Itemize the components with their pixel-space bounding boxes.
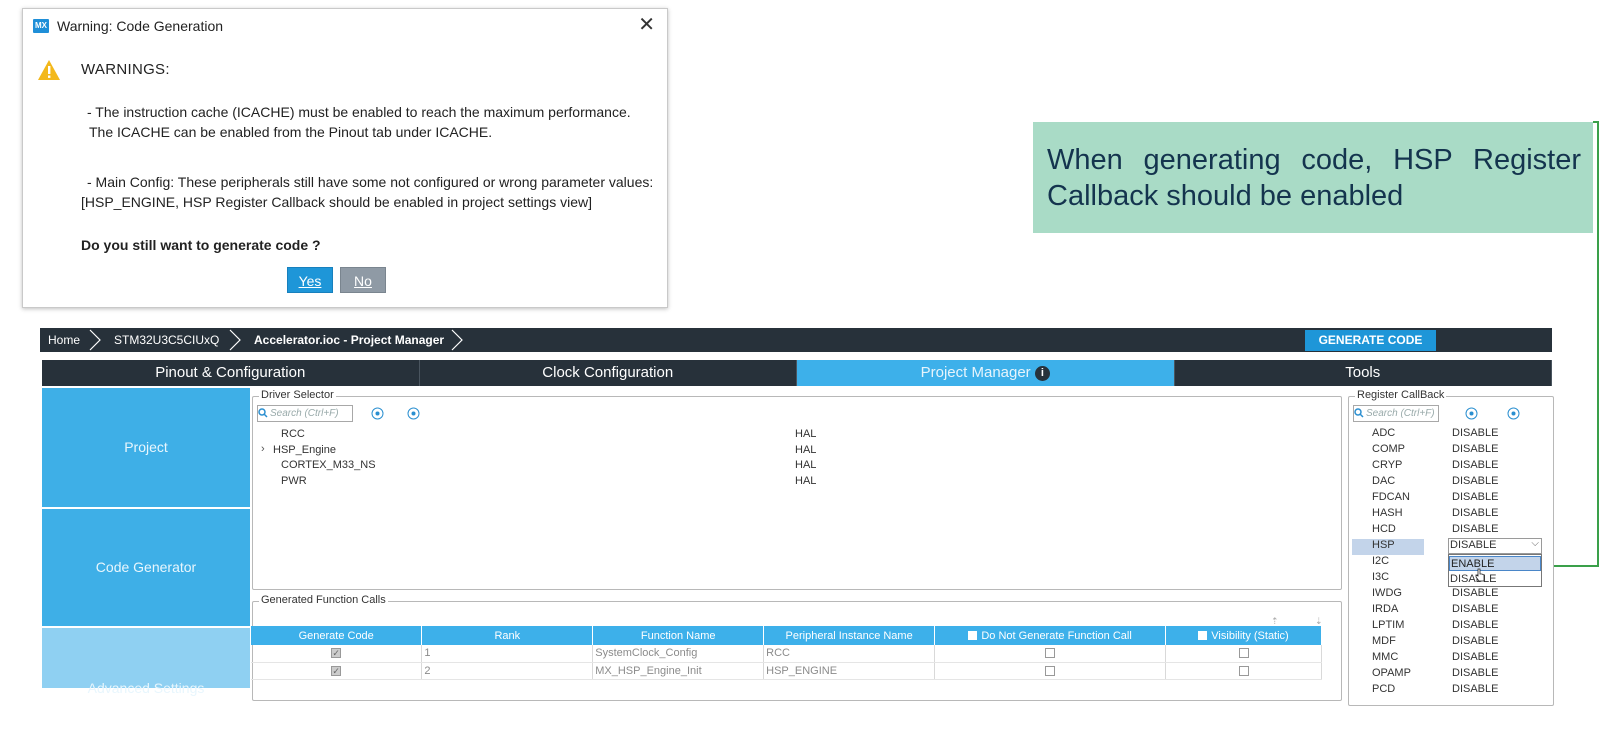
do-not-generate-checkbox[interactable] — [1045, 648, 1056, 659]
visibility-static-checkbox[interactable] — [1238, 665, 1249, 676]
instance-name-cell: HSP_ENGINE — [763, 662, 936, 680]
generated-function-calls-label: Generated Function Calls — [259, 594, 388, 606]
table-row: ✓ 2 MX_HSP_Engine_Init HSP_ENGINE — [251, 662, 1322, 680]
column-header: Rank — [421, 626, 594, 645]
callback-row-fdcan[interactable]: FDCAN DISABLE — [1352, 490, 1552, 506]
column-header: Generate Code — [251, 626, 423, 645]
callback-row-dac[interactable]: DAC DISABLE — [1352, 474, 1552, 490]
breadcrumb-project[interactable]: Accelerator.ioc - Project Manager — [254, 333, 444, 347]
dialog-titlebar: MX Warning: Code Generation ✕ — [23, 9, 667, 43]
chevron-right-icon[interactable]: › — [261, 443, 265, 455]
driver-row-value[interactable]: HAL — [795, 475, 816, 487]
driver-search-input[interactable]: Search (Ctrl+F) — [257, 405, 353, 422]
tab-clock-configuration[interactable]: Clock Configuration — [419, 360, 797, 386]
driver-row-value[interactable]: HAL — [795, 444, 816, 456]
project-manager-nav: Project Code Generator Advanced Settings — [42, 388, 250, 696]
table-row: ✓ 1 SystemClock_Config RCC — [251, 645, 1322, 663]
generate-question: Do you still want to generate code ? — [81, 237, 321, 253]
warning-icon — [38, 60, 60, 80]
info-icon: i — [1034, 366, 1050, 381]
driver-row-value[interactable]: HAL — [795, 459, 816, 471]
nav-project[interactable]: Project — [42, 388, 250, 507]
instance-name-cell: RCC — [763, 645, 936, 663]
nav-code-generator[interactable]: Code Generator — [42, 509, 250, 626]
callback-row-mdf[interactable]: MDF DISABLE — [1352, 634, 1552, 650]
callout-text: When generating code, HSP Register Callb… — [1047, 144, 1581, 212]
driver-row-name[interactable]: HSP_Engine — [273, 444, 336, 456]
driver-selector-panel: Driver Selector Search (Ctrl+F) RCC HAL … — [252, 389, 1342, 590]
visibility-static-checkbox[interactable] — [1238, 648, 1249, 659]
driver-selector-label: Driver Selector — [259, 389, 336, 401]
callback-row-adc[interactable]: ADC DISABLE — [1352, 426, 1552, 442]
callback-row-comp[interactable]: COMP DISABLE — [1352, 442, 1552, 458]
search-icon — [258, 408, 268, 418]
chevron-right-icon — [229, 329, 241, 351]
close-icon[interactable]: ✕ — [638, 14, 655, 36]
function-name-cell: MX_HSP_Engine_Init — [592, 662, 765, 680]
tab-tools[interactable]: Tools — [1174, 360, 1552, 386]
callback-row-pcd[interactable]: PCD DISABLE — [1352, 682, 1552, 698]
annotation-callout: When generating code, HSP Register Callb… — [1033, 122, 1593, 233]
nav-advanced-settings[interactable]: Advanced Settings — [42, 628, 250, 696]
callback-row-lptim[interactable]: LPTIM DISABLE — [1352, 618, 1552, 634]
collapse-all-icon[interactable] — [407, 407, 420, 420]
callback-row-iwdg[interactable]: IWDG DISABLE — [1352, 586, 1552, 602]
callback-row-hash[interactable]: HASH DISABLE — [1352, 506, 1552, 522]
expand-all-icon[interactable] — [371, 407, 384, 420]
breadcrumb-device[interactable]: STM32U3C5CIUxQ — [114, 333, 219, 347]
column-header: Peripheral Instance Name — [763, 626, 936, 645]
option-enable[interactable]: ENABLE — [1449, 556, 1541, 571]
search-icon — [1354, 408, 1364, 418]
expand-all-icon[interactable] — [1465, 407, 1478, 420]
generated-function-calls-table: Generate Code Rank Function Name Periphe… — [251, 626, 1322, 680]
rank-cell: 1 — [421, 645, 594, 663]
generate-code-checkbox[interactable]: ✓ — [331, 648, 342, 659]
main-tabs: Pinout & Configuration Clock Configurati… — [42, 360, 1552, 386]
breadcrumb-home[interactable]: Home — [48, 333, 80, 347]
stm32cubemx-logo-icon: MX — [33, 19, 49, 33]
no-button[interactable]: No — [340, 267, 386, 293]
rank-cell: 2 — [421, 662, 594, 680]
dialog-title: Warning: Code Generation — [57, 18, 224, 34]
chevron-down-icon: ⌵ — [1531, 538, 1539, 549]
mouse-cursor-icon — [1475, 568, 1485, 582]
callback-row-opamp[interactable]: OPAMP DISABLE — [1352, 666, 1552, 682]
option-disable[interactable]: DISABLE — [1449, 572, 1541, 587]
collapse-all-icon[interactable] — [1507, 407, 1520, 420]
column-header: Function Name — [592, 626, 765, 645]
driver-row-name: PWR — [281, 475, 307, 487]
warning-line-icache-hint: The ICACHE can be enabled from the Pinou… — [89, 124, 493, 140]
column-header[interactable]: Do Not Generate Function Call — [934, 626, 1167, 645]
driver-row-name: CORTEX_M33_NS — [281, 459, 376, 471]
function-name-cell: SystemClock_Config — [592, 645, 765, 663]
driver-row-name: RCC — [281, 428, 305, 440]
table-header-row: Generate Code Rank Function Name Periphe… — [251, 626, 1322, 645]
chevron-right-icon — [451, 329, 463, 351]
tab-project-manager[interactable]: Project Manager i — [797, 360, 1175, 386]
generate-code-checkbox[interactable]: ✓ — [331, 665, 342, 676]
callback-search-input[interactable]: Search (Ctrl+F) — [1353, 405, 1439, 422]
tab-pinout-configuration[interactable]: Pinout & Configuration — [42, 360, 420, 386]
callback-row-cryp[interactable]: CRYP DISABLE — [1352, 458, 1552, 474]
warning-line-main-config: - Main Config: These peripherals still h… — [87, 174, 654, 190]
warnings-heading: WARNINGS: — [81, 61, 170, 78]
do-not-generate-checkbox[interactable] — [1045, 665, 1056, 676]
callback-row-hcd[interactable]: HCD DISABLE — [1352, 522, 1552, 538]
chevron-right-icon — [89, 329, 101, 351]
callback-row-mmc[interactable]: MMC DISABLE — [1352, 650, 1552, 666]
hsp-callback-select[interactable]: DISABLE ⌵ — [1448, 538, 1542, 554]
driver-row-value[interactable]: HAL — [795, 428, 816, 440]
hsp-callback-options: ENABLE DISABLE — [1448, 554, 1542, 587]
generate-code-button[interactable]: GENERATE CODE — [1305, 330, 1436, 351]
header-checkbox[interactable] — [1198, 630, 1208, 640]
register-callback-label: Register CallBack — [1355, 389, 1447, 401]
warning-dialog: MX Warning: Code Generation ✕ WARNINGS: … — [22, 8, 668, 308]
yes-button[interactable]: Yes — [287, 267, 333, 293]
header-checkbox[interactable] — [968, 630, 978, 640]
callback-row-irda[interactable]: IRDA DISABLE — [1352, 602, 1552, 618]
column-header[interactable]: Visibility (Static) — [1165, 626, 1322, 645]
warning-line-icache: - The instruction cache (ICACHE) must be… — [87, 104, 631, 120]
warning-line-hsp: [HSP_ENGINE, HSP Register Callback shoul… — [81, 194, 592, 210]
